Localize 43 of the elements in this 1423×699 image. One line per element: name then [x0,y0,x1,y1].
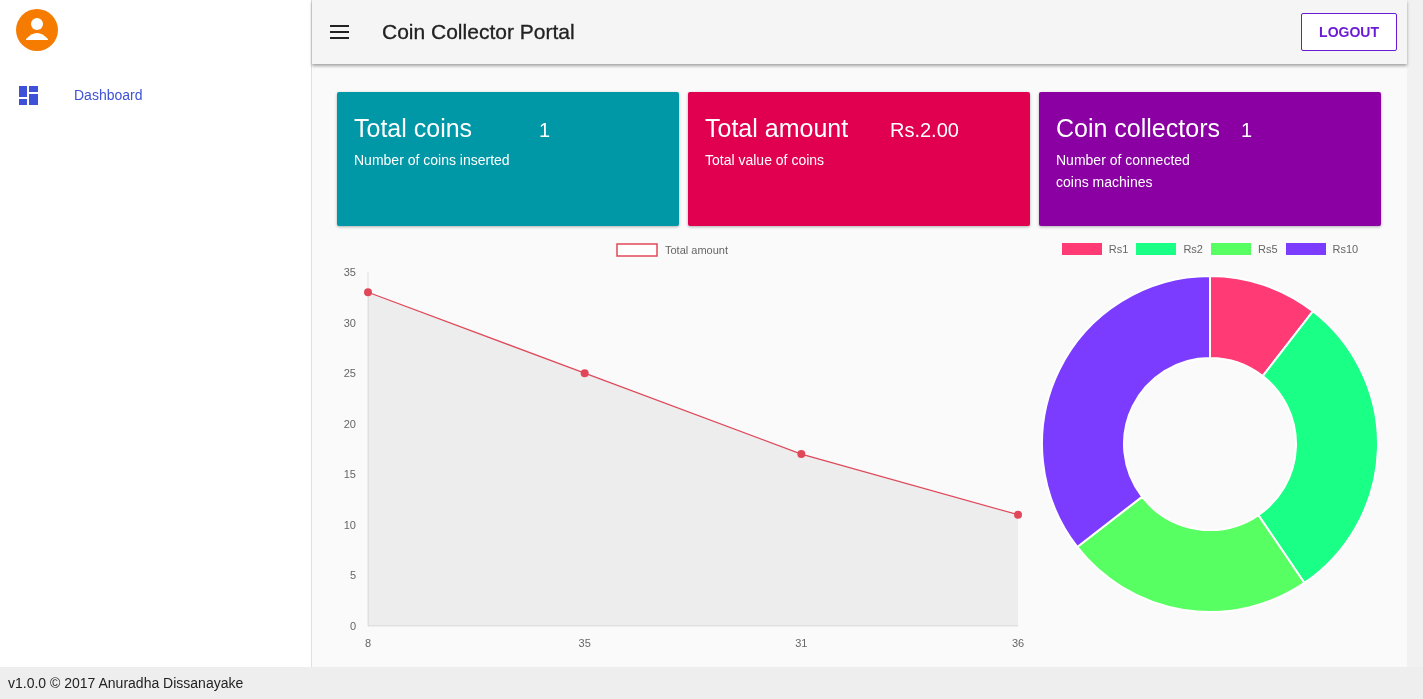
y-tick-label: 0 [349,620,356,632]
user-avatar-icon [16,9,58,51]
x-tick-label: 36 [1011,637,1025,649]
y-tick-label: 25 [343,367,356,380]
legend-swatch[interactable] [1210,243,1251,255]
legend-item[interactable]: Total amount [616,243,728,257]
legend-label: Rs1 [1108,243,1129,255]
legend-label: Rs10 [1332,243,1359,255]
app-title: Coin Collector Portal [382,20,576,44]
data-point [364,288,372,297]
data-point [580,369,589,378]
card-subtitle: Number of connected coins machines [1056,151,1191,192]
card-subtitle: Number of coins inserted [354,151,511,170]
y-tick-label: 15 [343,468,356,481]
x-tick-label: 31 [795,637,808,649]
data-point [797,450,806,459]
logout-button[interactable]: LOGOUT [1301,13,1397,51]
menu-icon[interactable] [330,25,349,39]
data-point [1014,510,1022,519]
y-tick-label: 30 [343,316,356,329]
legend-swatch[interactable] [1061,243,1102,255]
y-tick-label: 20 [343,417,356,430]
card-value: 1 [1241,119,1253,142]
y-tick-label: 35 [343,266,356,278]
legend-swatch[interactable] [1136,243,1177,255]
card-title: Total amount [705,114,850,143]
card-title: Coin collectors [1056,114,1221,143]
legend-label: Rs5 [1257,243,1278,255]
card-subtitle: Total value of coins [705,151,826,170]
legend-label: Total amount [665,244,728,256]
footer-text: v1.0.0 © 2017 Anuradha Dissanayake [8,675,244,691]
dashboard-icon [19,85,38,105]
scrollbar[interactable] [1407,0,1423,667]
card-value: 1 [539,119,551,142]
legend-swatch[interactable] [1285,243,1326,255]
y-tick-label: 10 [343,518,356,531]
card-value: Rs.2.00 [890,119,959,142]
x-tick-label: 35 [578,637,591,649]
sidebar-item[interactable]: Dashboard [0,83,311,107]
y-tick-label: 5 [349,569,356,582]
x-tick-label: 8 [364,637,372,649]
card-title: Total coins [354,114,474,143]
legend-label: Rs2 [1183,243,1203,255]
